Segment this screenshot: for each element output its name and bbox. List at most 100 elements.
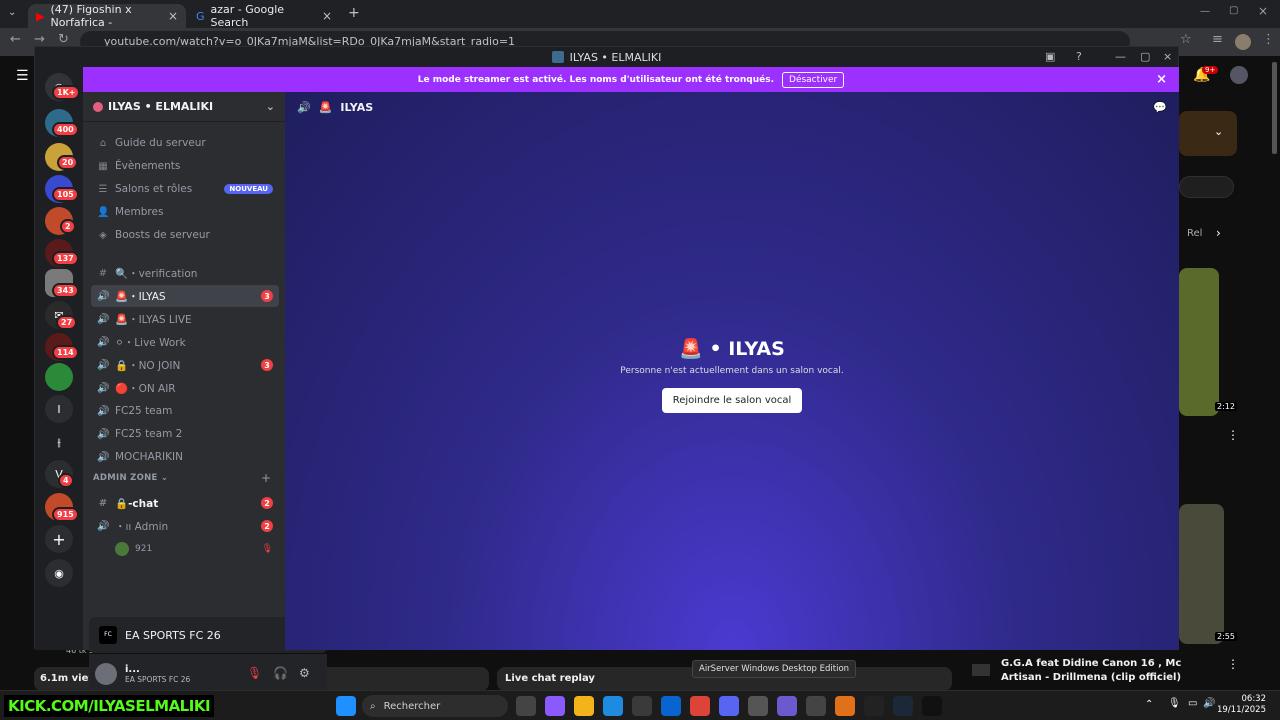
voice-channel-title: 🚨 • ILYAS	[679, 338, 785, 360]
forward-icon[interactable]: →	[34, 32, 45, 47]
new-tab-button[interactable]: +	[348, 5, 360, 21]
channel-verification[interactable]: # 🔍・verification	[91, 262, 279, 284]
minimize-button[interactable]: —	[1115, 50, 1126, 63]
headphones-icon[interactable]: 🎧	[273, 666, 288, 680]
mail-icon[interactable]	[661, 696, 681, 716]
server-icon[interactable]: ⫲	[45, 429, 73, 457]
chevron-up-icon[interactable]: ⌃	[1145, 699, 1153, 710]
avatar[interactable]	[1230, 66, 1248, 84]
tab-youtube[interactable]: ▶ (47) Figoshin x Norfafrica - ×	[28, 3, 186, 29]
video-thumbnail[interactable]: 2:55	[1179, 504, 1237, 644]
chevron-down-icon[interactable]: ⌄	[266, 100, 275, 113]
start-icon[interactable]	[336, 696, 356, 716]
nav-channels-roles[interactable]: ☰ Salons et rôles NOUVEAU	[91, 178, 279, 200]
channel-no-join[interactable]: 🔊 🔒・NO JOIN 3	[91, 354, 279, 376]
app-icon[interactable]	[835, 696, 855, 716]
add-channel-icon[interactable]: +	[261, 471, 271, 485]
chrome-icon[interactable]	[690, 696, 710, 716]
app-icon[interactable]	[806, 696, 826, 716]
nav-server-guide[interactable]: ⌂ Guide du serveur	[91, 132, 279, 154]
taskbar-search[interactable]: ⌕ Rechercher	[362, 695, 508, 717]
video-thumbnail[interactable]: 2:12	[1179, 268, 1237, 416]
bookmark-star-icon[interactable]: ☆	[1180, 32, 1192, 47]
close-icon[interactable]: ×	[1156, 72, 1167, 87]
server-icon[interactable]	[45, 363, 73, 391]
minimize-button[interactable]: —	[1200, 6, 1210, 17]
filter-chip[interactable]: Rel	[1187, 228, 1202, 239]
channel-chat[interactable]: # 🔒-chat 2	[91, 492, 279, 514]
file-explorer-icon[interactable]	[574, 696, 594, 716]
channel-ilyas-live[interactable]: 🔊 🚨・ILYAS LIVE	[91, 308, 279, 330]
copilot-icon[interactable]	[545, 696, 565, 716]
search-chat-field[interactable]	[1179, 176, 1234, 198]
channel-ilyas[interactable]: 🔊 🚨・ILYAS 3	[91, 285, 279, 307]
taskbar: KICK.COM/ILYASELMALIKI ⌕ Rechercher ⌃ 🎙 ▭…	[0, 690, 1280, 720]
close-window-button[interactable]: ×	[1258, 4, 1268, 18]
help-icon[interactable]: ?	[1076, 50, 1082, 63]
channel-fc25-team[interactable]: 🔊 FC25 team	[91, 400, 279, 422]
maximize-button[interactable]: ▢	[1229, 5, 1238, 16]
gear-icon[interactable]: ⚙	[299, 666, 310, 680]
server-header[interactable]: ILYAS • ELMALIKI ⌄	[83, 92, 285, 122]
tab-search-icon[interactable]: ⌄	[8, 7, 16, 18]
close-window-button[interactable]: ×	[1163, 50, 1172, 63]
back-icon[interactable]: ←	[10, 32, 21, 47]
discover-icon[interactable]: ◉	[45, 559, 73, 587]
avatar[interactable]	[95, 663, 117, 685]
disable-streamer-button[interactable]: Désactiver	[782, 71, 845, 88]
guide-icon: ⌂	[99, 137, 107, 149]
volume-icon[interactable]: 🔊	[1203, 698, 1215, 709]
channel-label: 🔴・ON AIR	[115, 382, 176, 395]
channel-on-air[interactable]: 🔊 🔴・ON AIR	[91, 377, 279, 399]
join-voice-button[interactable]: Rejoindre le salon vocal	[661, 388, 803, 413]
tab-label: azar - Google Search	[210, 3, 285, 29]
add-server-icon[interactable]: +	[45, 525, 73, 553]
unread-badge: 3	[261, 359, 273, 371]
scrollbar[interactable]	[1272, 62, 1277, 154]
more-options-icon[interactable]: ⋮	[1227, 428, 1239, 442]
extensions-icon[interactable]: ≡	[1212, 32, 1223, 47]
task-view-icon[interactable]	[516, 696, 536, 716]
maximize-button[interactable]: ▢	[1140, 50, 1150, 63]
channel-admin[interactable]: 🔊 ・ıı Admin 2	[91, 515, 279, 537]
menu-icon[interactable]: ⋮	[1262, 32, 1275, 47]
category-admin-zone[interactable]: ADMIN ZONE ⌄	[93, 473, 168, 483]
chevron-down-icon[interactable]: ⌄	[1214, 125, 1223, 138]
hamburger-icon[interactable]: ☰	[16, 68, 29, 84]
user-info[interactable]: i... EA SPORTS FC 26	[125, 664, 190, 684]
airserver-icon[interactable]	[748, 696, 768, 716]
server-icon[interactable]: I	[45, 395, 73, 423]
controller-icon[interactable]	[777, 696, 797, 716]
voice-member[interactable]: 921 🎙	[109, 538, 279, 560]
screen-share-icon[interactable]: ▣	[1045, 50, 1055, 63]
description-panel[interactable]: ⌄	[1179, 111, 1237, 156]
store-icon[interactable]	[632, 696, 652, 716]
discord-icon[interactable]	[719, 696, 739, 716]
tab-google[interactable]: G azar - Google Search ×	[188, 3, 340, 29]
app-icon[interactable]	[864, 696, 884, 716]
channel-live-work[interactable]: 🔊 ⚪・Live Work	[91, 331, 279, 353]
channel-fc25-team-2[interactable]: 🔊 FC25 team 2	[91, 423, 279, 445]
microphone-icon[interactable]: 🎙	[1168, 698, 1181, 709]
channel-mocharikin[interactable]: 🔊 MOCHARIKIN	[91, 446, 279, 468]
related-video-title[interactable]: G.G.A feat Didine Canon 16 , Mc Artisan …	[1001, 657, 1221, 685]
reload-icon[interactable]: ↻	[58, 32, 69, 47]
chevron-right-icon[interactable]: ›	[1216, 226, 1221, 240]
nav-events[interactable]: ▦ Évènements	[91, 155, 279, 177]
chevron-down-icon: ⌄	[160, 473, 169, 483]
network-icon[interactable]: ▭	[1188, 698, 1197, 709]
nav-members[interactable]: 👤 Membres	[91, 201, 279, 223]
steam-icon[interactable]	[893, 696, 913, 716]
profile-avatar[interactable]	[1235, 34, 1251, 50]
edge-icon[interactable]	[603, 696, 623, 716]
nav-server-boosts[interactable]: ◈ Boosts de serveur	[91, 224, 279, 246]
close-icon[interactable]: ×	[168, 9, 178, 23]
more-options-icon[interactable]: ⋮	[1227, 657, 1239, 671]
chat-bubble-icon[interactable]: 💬	[1153, 101, 1167, 114]
close-icon[interactable]: ×	[322, 9, 332, 23]
mention-badge: 2	[60, 219, 76, 234]
app-icon[interactable]	[922, 696, 942, 716]
clock[interactable]: 06:32 19/11/2025	[1217, 694, 1266, 716]
mute-mic-icon[interactable]: 🎙	[247, 666, 262, 680]
discord-window: ILYAS • ELMALIKI ▣ ? — ▢ × ◉ 1K+ 400 20 …	[34, 46, 1179, 694]
